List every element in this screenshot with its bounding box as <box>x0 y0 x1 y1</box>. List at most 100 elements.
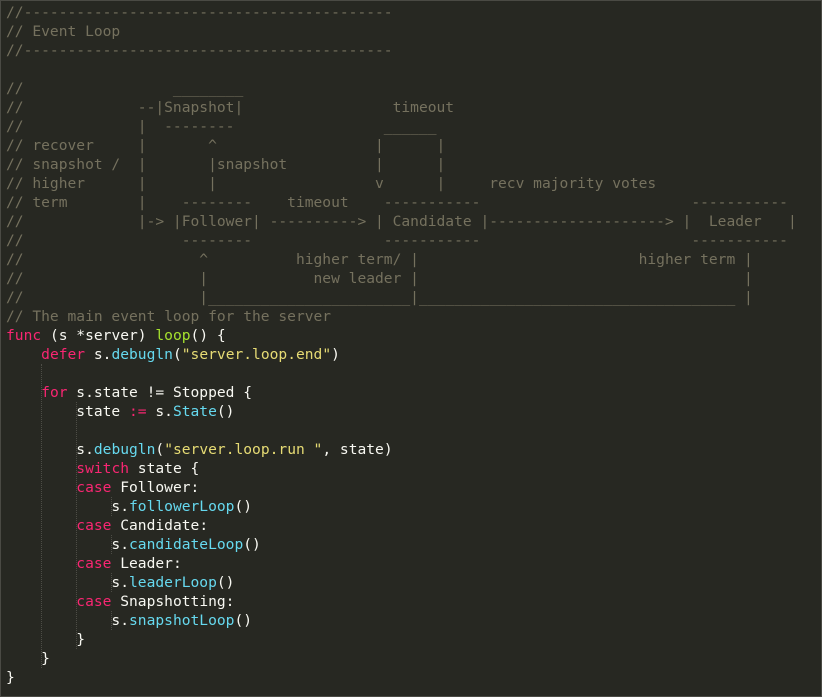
method-call-token: snapshotLoop <box>129 612 235 629</box>
comment-token: // | new leader | | <box>6 270 753 287</box>
code-line: // Event Loop <box>6 22 797 41</box>
keyword-token: switch <box>76 460 130 477</box>
code-line: for s.state != Stopped { <box>6 383 797 402</box>
code-line: // |-> |Follower| ----------> | Candidat… <box>6 212 797 231</box>
code-token: () { <box>190 327 226 344</box>
code-token: s. <box>85 346 112 363</box>
comment-token: // ^ higher term/ | higher term | <box>6 251 753 268</box>
keyword-token: defer <box>41 346 86 363</box>
code-line: case Snapshotting: <box>6 592 797 611</box>
keyword-token: for <box>41 384 68 401</box>
keyword-token: case <box>76 555 112 572</box>
code-line: s.debugln("server.loop.run ", state) <box>6 440 797 459</box>
code-token: s.state != Stopped { <box>67 384 253 401</box>
code-line: // higher | | v | recv majority votes <box>6 174 797 193</box>
comment-token: // Event Loop <box>6 23 121 40</box>
method-call-token: followerLoop <box>129 498 235 515</box>
code-token: Follower: <box>111 479 200 496</box>
keyword-token: case <box>76 517 112 534</box>
keyword-token: case <box>76 593 112 610</box>
code-line: s.followerLoop() <box>6 497 797 516</box>
code-token: () <box>216 574 235 591</box>
method-call-token: debugln <box>93 441 156 458</box>
code-line: // | -------- ______ <box>6 117 797 136</box>
code-token: s. <box>6 441 94 458</box>
method-call-token: debugln <box>111 346 173 363</box>
code-line: // term | -------- timeout ----------- -… <box>6 193 797 212</box>
comment-token: //--------------------------------------… <box>6 42 393 59</box>
code-line: } <box>6 630 797 649</box>
code-line: case Follower: <box>6 478 797 497</box>
keyword-token: case <box>76 479 112 496</box>
comment-token: // -------- ----------- ----------- <box>6 232 788 249</box>
code-line: // The main event loop for the server <box>6 307 797 326</box>
method-call-token: candidateLoop <box>129 536 244 553</box>
comment-token: // |_______________________|____________… <box>6 289 753 306</box>
comment-token: // |-> |Follower| ----------> | Candidat… <box>6 213 797 230</box>
code-line: state := s.State() <box>6 402 797 421</box>
code-token: , state) <box>322 441 393 458</box>
string-literal-token: "server.loop.end" <box>181 346 332 363</box>
code-line: s.candidateLoop() <box>6 535 797 554</box>
comment-token: // higher | | v | recv majority votes <box>6 175 657 192</box>
code-token: () <box>216 403 235 420</box>
indent-guide <box>111 497 113 516</box>
code-token: } <box>6 631 86 648</box>
comment-token: // The main event loop for the server <box>6 308 332 325</box>
keyword-token: func <box>6 327 42 344</box>
comment-token: // ________ <box>6 80 244 97</box>
indent-guide <box>111 611 113 630</box>
code-line: case Candidate: <box>6 516 797 535</box>
code-line: } <box>6 668 797 687</box>
comment-token: // recover | ^ | | <box>6 137 446 154</box>
operator-token: := <box>129 403 147 420</box>
code-token: state <box>6 403 130 420</box>
string-literal-token: "server.loop.run " <box>164 441 323 458</box>
code-line: s.snapshotLoop() <box>6 611 797 630</box>
function-name-token: loop <box>155 327 191 344</box>
indent-guide <box>111 573 113 592</box>
code-line: // ________ <box>6 79 797 98</box>
code-editor[interactable]: //--------------------------------------… <box>0 0 822 697</box>
code-token: } <box>6 650 50 667</box>
code-line: //--------------------------------------… <box>6 41 797 60</box>
code-token: Candidate: <box>111 517 209 534</box>
code-token: () <box>234 612 253 629</box>
code-token: Snapshotting: <box>111 593 235 610</box>
method-call-token: leaderLoop <box>129 574 217 591</box>
code-token: () <box>234 498 253 515</box>
code-line: // snapshot / | |snapshot | | <box>6 155 797 174</box>
code-token: ) <box>331 346 340 363</box>
code-line: // recover | ^ | | <box>6 136 797 155</box>
code-token: state { <box>129 460 200 477</box>
indent-guide <box>111 535 113 554</box>
method-call-token: State <box>172 403 217 420</box>
code-line: // |_______________________|____________… <box>6 288 797 307</box>
code-line: // ^ higher term/ | higher term | <box>6 250 797 269</box>
indent-guide <box>76 402 78 649</box>
code-line: case Leader: <box>6 554 797 573</box>
code-line: //--------------------------------------… <box>6 3 797 22</box>
code-line: func (s *server) loop() { <box>6 326 797 345</box>
code-line: defer s.debugln("server.loop.end") <box>6 345 797 364</box>
code-token: ( <box>172 346 182 363</box>
code-token: () <box>243 536 261 553</box>
indent-guide <box>41 364 43 668</box>
code-token: Leader: <box>111 555 182 572</box>
code-token: ( <box>155 441 165 458</box>
code-line: s.leaderLoop() <box>6 573 797 592</box>
comment-token: // term | -------- timeout ----------- -… <box>6 194 788 211</box>
comment-token: // --|Snapshot| timeout <box>6 99 455 116</box>
code-line: // | new leader | | <box>6 269 797 288</box>
comment-token: //--------------------------------------… <box>6 4 393 21</box>
code-token: s. <box>146 403 173 420</box>
code-line: // -------- ----------- ----------- <box>6 231 797 250</box>
code-line: } <box>6 649 797 668</box>
code-text-area[interactable]: //--------------------------------------… <box>6 3 797 687</box>
comment-token: // | -------- ______ <box>6 118 437 135</box>
